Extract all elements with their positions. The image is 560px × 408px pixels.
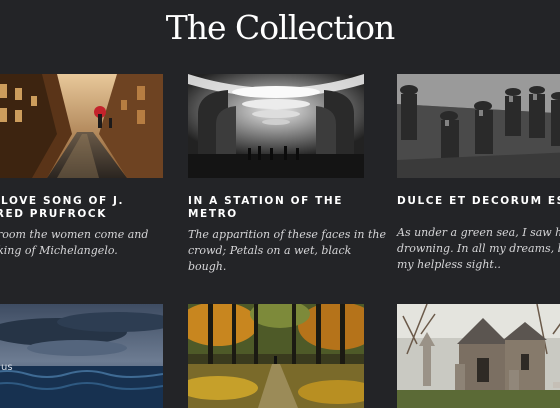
forest-image-graphic xyxy=(188,304,364,408)
card-description: The apparition of these faces in the cro… xyxy=(188,227,388,275)
church-image-graphic xyxy=(397,304,560,408)
card-title-line[interactable]: E LOVE SONG OF J. xyxy=(0,195,187,208)
street-image-graphic xyxy=(0,74,163,178)
card-description: As under a green sea, I saw him drowning… xyxy=(397,225,560,273)
card-description: e room the women come and alking of Mich… xyxy=(0,227,187,259)
card-description-line: e room the women come and xyxy=(0,228,149,241)
card-description-line: my helpless sight.. xyxy=(397,258,501,271)
page-title: The Collection xyxy=(165,8,395,47)
card-description-line: bough. xyxy=(188,260,227,273)
card-title-line[interactable]: METRO xyxy=(188,208,388,221)
card-title[interactable]: DULCE ET DECORUM ES xyxy=(397,195,560,208)
card-image-sea[interactable]: us xyxy=(0,304,163,408)
sea-image-graphic: us xyxy=(0,304,163,408)
card-title-line[interactable]: IN A STATION OF THE xyxy=(188,195,388,208)
card-image-street[interactable] xyxy=(0,74,163,178)
card-image-caption: us xyxy=(1,362,13,373)
card-description-line: As under a green sea, I saw him xyxy=(397,226,560,239)
card-description-line: The apparition of these faces in the xyxy=(188,228,386,241)
soldiers-image-graphic xyxy=(397,74,560,178)
card-title[interactable]: IN A STATION OF THE METRO xyxy=(188,195,388,221)
card-title-line[interactable]: DULCE ET DECORUM ES xyxy=(397,195,560,208)
metro-image-graphic xyxy=(188,74,364,178)
card-description-line: drowning. In all my dreams, bef xyxy=(397,242,560,255)
card-image-church[interactable] xyxy=(397,304,560,408)
card-description-line: crowd; Petals on a wet, black xyxy=(188,244,352,257)
card-title[interactable]: E LOVE SONG OF J. FRED PRUFROCK xyxy=(0,195,187,221)
card-title-line[interactable]: FRED PRUFROCK xyxy=(0,208,187,221)
card-image-metro[interactable] xyxy=(188,74,364,178)
card-image-soldiers[interactable] xyxy=(397,74,560,178)
card-description-line: alking of Michelangelo. xyxy=(0,244,118,257)
card-image-forest[interactable] xyxy=(188,304,364,408)
